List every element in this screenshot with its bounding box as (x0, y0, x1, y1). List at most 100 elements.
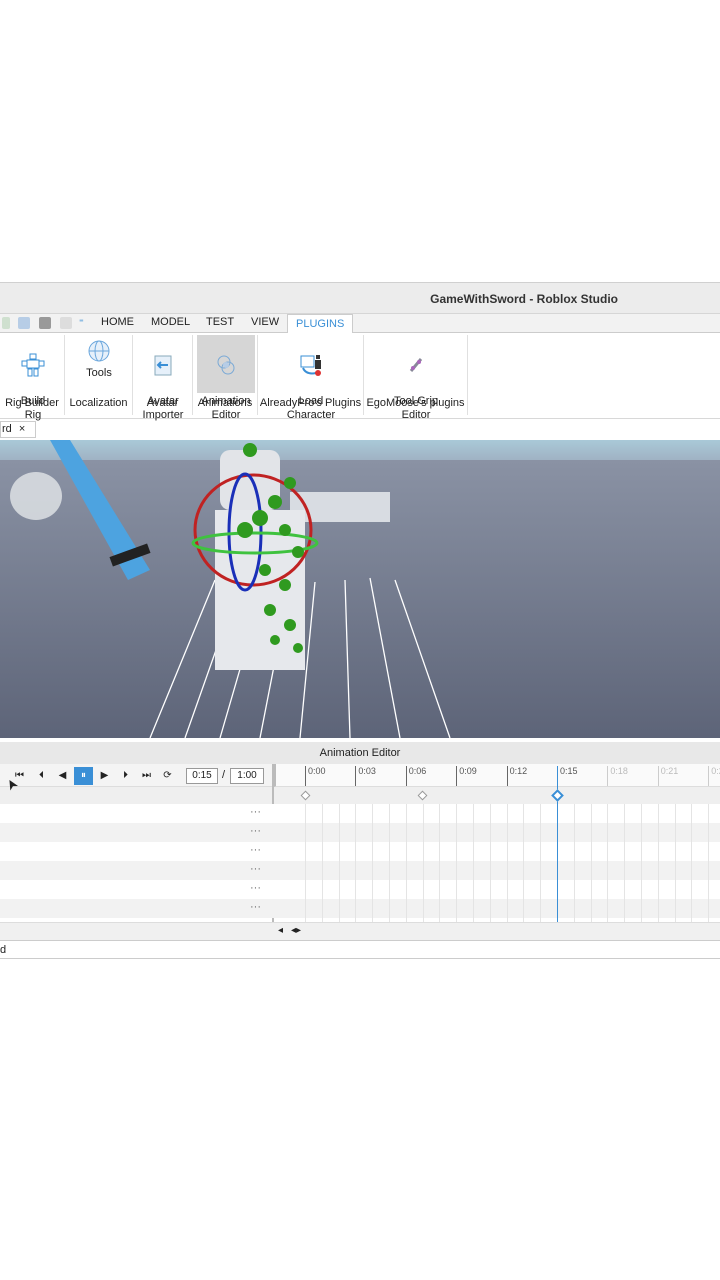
track-row[interactable] (0, 880, 720, 899)
track-menu-button[interactable]: ··· (250, 863, 261, 875)
grid-line (590, 804, 592, 922)
play-here-icon[interactable] (18, 317, 30, 329)
customize-icon[interactable]: ⁼ (79, 317, 84, 328)
timeline-ruler[interactable] (274, 764, 720, 787)
group-rig-builder: Build Rig Rig Builder (0, 335, 65, 421)
zoom-handle-icon[interactable]: ◂▸ (291, 925, 301, 936)
play-backward-button[interactable]: ◀ (53, 767, 72, 785)
track-menu-button[interactable]: ··· (250, 825, 261, 837)
ruler-tick (456, 766, 458, 786)
grid-line (506, 804, 508, 922)
group-label: EgoMoose's plugins (366, 397, 465, 409)
window-title: GameWithSword - Roblox Studio (430, 292, 618, 306)
tab-home[interactable]: HOME (93, 316, 142, 328)
tab-test[interactable]: TEST (198, 316, 242, 328)
ruler-tick-label: 0:21 (660, 766, 679, 776)
ruler-tick (405, 766, 407, 786)
track-menu-button[interactable]: ··· (250, 901, 261, 913)
pause-button[interactable]: ⏸ (74, 767, 93, 785)
ruler-tick-label: 0:18 (610, 766, 628, 776)
3d-viewport[interactable] (0, 440, 720, 738)
grid-line (473, 804, 474, 922)
rig-icon (21, 353, 45, 377)
redo-icon[interactable] (2, 317, 10, 329)
ruler-tick-label: 0:12 (509, 766, 528, 776)
group-label: Rig Builder (5, 397, 59, 409)
grid-line (691, 804, 693, 922)
group-label: AlreadyPro's Plugins (259, 397, 362, 409)
document-tab[interactable]: rd × (0, 421, 36, 438)
tab-view[interactable]: VIEW (243, 316, 287, 328)
last-frame-button[interactable]: ⏭ (137, 767, 156, 785)
group-localization: Tools Localization (65, 335, 133, 415)
tools-button[interactable]: Tools (70, 335, 128, 393)
close-icon[interactable]: × (19, 423, 25, 435)
grid-line (657, 804, 659, 922)
group-alreadypro: Load Character AlreadyPro's Plugins (258, 335, 364, 421)
track-row[interactable] (0, 861, 720, 880)
ruler-tick-label: 0:00 (308, 766, 326, 776)
tool-grip-icon (409, 358, 423, 372)
loop-button[interactable]: ⟳ (158, 767, 177, 785)
ghost-dummy (10, 472, 62, 520)
ruler-tick (708, 766, 710, 786)
next-keyframe-button[interactable]: ⏵ (116, 767, 135, 785)
grid-line (321, 804, 323, 922)
grid-line (573, 804, 575, 922)
group-label: Localization (69, 397, 128, 409)
grid-line (540, 804, 542, 922)
grid-line (523, 804, 525, 922)
summary-keyframe-row (0, 787, 720, 804)
status-bar: d (0, 940, 720, 959)
grid-line (439, 804, 441, 922)
load-character-button[interactable]: Load Character (282, 335, 340, 421)
ruler-tick-label: 0:2 (711, 766, 720, 776)
track-row[interactable] (0, 804, 720, 823)
title-bar: GameWithSword - Roblox Studio (0, 282, 720, 314)
animation-icon (217, 355, 235, 375)
grid-line (708, 804, 710, 922)
group-label: Animations (197, 397, 253, 409)
tools-label: Tools (86, 367, 112, 379)
scroll-left-icon[interactable]: ◂ (278, 925, 283, 936)
track-menu-button[interactable]: ··· (250, 882, 261, 894)
track-menu-button[interactable]: ··· (250, 806, 261, 818)
playback-toolbar: ⏮ ⏴ ◀ ⏸ ▶ ⏵ ⏭ ⟳ 0:15 / 1:00 (0, 764, 274, 787)
animation-editor-button[interactable]: Animation Editor (197, 335, 255, 421)
build-rig-button[interactable]: Build Rig (4, 335, 62, 421)
ruler-tick-label: 0:03 (358, 766, 376, 776)
track-menu-button[interactable]: ··· (250, 844, 261, 856)
stop-icon[interactable] (39, 317, 51, 329)
tab-model[interactable]: MODEL (143, 316, 198, 328)
ruler-tick-label: 0:06 (408, 766, 427, 776)
undo-icon[interactable] (60, 317, 72, 329)
track-row[interactable] (0, 823, 720, 842)
end-time-field[interactable]: 1:00 (230, 768, 264, 784)
grid-line (456, 804, 458, 922)
ruler-tick-label: 0:09 (459, 766, 477, 776)
grid-line (489, 804, 491, 922)
timeline-scrollbar[interactable]: ◂ ◂▸ (0, 922, 720, 940)
import-icon (154, 355, 172, 376)
group-avatar: Avatar Importer Avatar (133, 335, 193, 421)
grid-line (389, 804, 390, 922)
track-row[interactable] (0, 899, 720, 918)
ribbon: Build Rig Rig Builder Tools Localization… (0, 333, 720, 421)
menu-tabs: ⁼ HOME MODEL TEST VIEW PLUGINS (0, 314, 720, 334)
tab-plugins[interactable]: PLUGINS (287, 314, 354, 334)
play-button[interactable]: ▶ (95, 767, 114, 785)
previous-keyframe-button[interactable]: ⏴ (32, 767, 51, 785)
ruler-tick (506, 766, 508, 786)
current-time-field[interactable]: 0:15 (186, 768, 218, 784)
grid-line (355, 804, 357, 922)
track-row[interactable] (0, 842, 720, 861)
grid-line (624, 804, 626, 922)
group-label: Avatar (146, 397, 179, 409)
grid-line (305, 804, 306, 922)
tool-grip-editor-button[interactable]: Tool Grip Editor (387, 335, 445, 421)
grid-line (372, 804, 374, 922)
character-icon (300, 355, 321, 376)
avatar-importer-button[interactable]: Avatar Importer (136, 335, 190, 421)
grid-line (338, 804, 340, 922)
ruler-tick (607, 766, 609, 786)
